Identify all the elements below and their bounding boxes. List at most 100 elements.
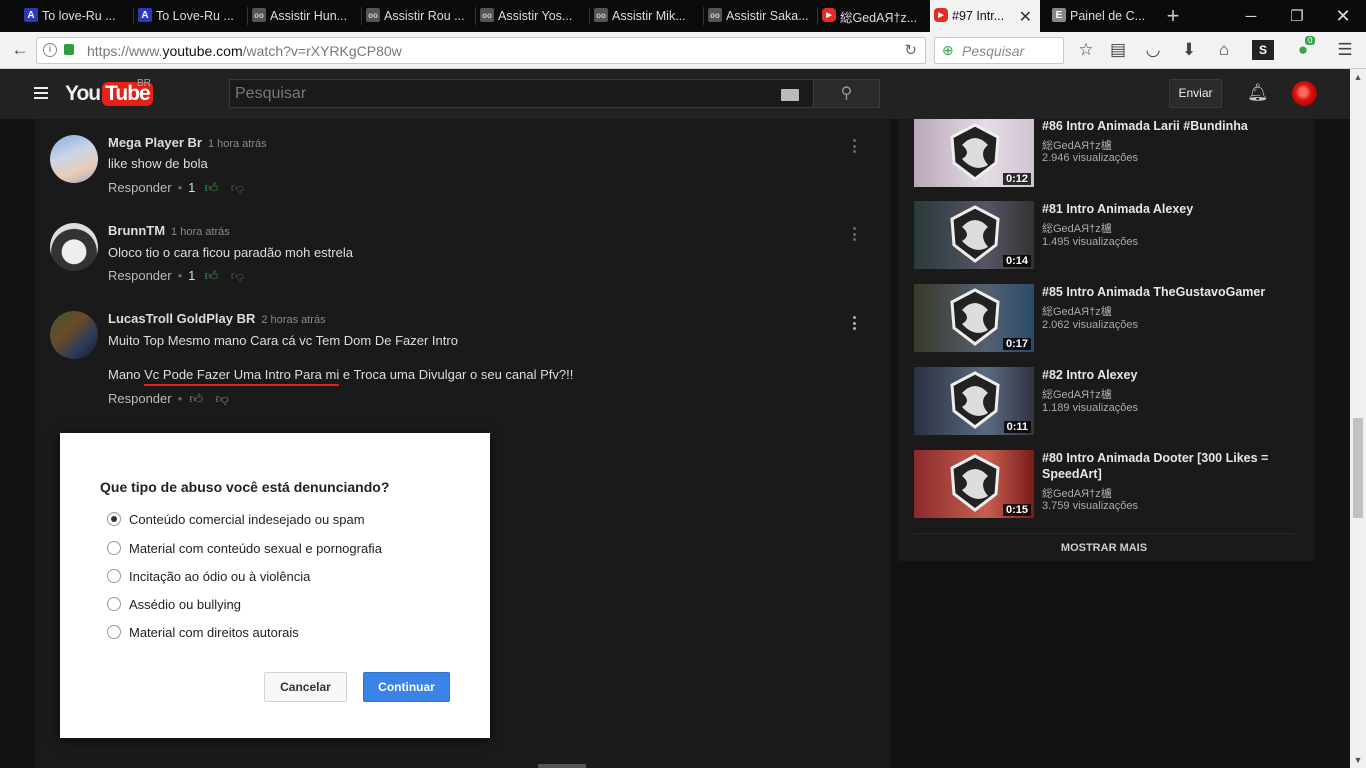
pocket-icon[interactable]: ◡ — [1142, 40, 1164, 60]
maximize-window-button[interactable]: ❐ — [1274, 0, 1320, 32]
info-icon[interactable]: i — [43, 43, 57, 57]
more-options-icon[interactable] — [851, 227, 857, 241]
comment-author[interactable]: BrunnTM 1 hora atrás — [108, 223, 230, 238]
browser-tab[interactable]: ▶ 総GedAЯ†z... — [818, 0, 928, 32]
browser-tab[interactable]: E Painel de C... — [1048, 0, 1158, 32]
reply-link[interactable]: Responder — [108, 268, 172, 283]
search-input[interactable]: Pesquisar — [229, 79, 814, 108]
channel-emblem-icon — [950, 123, 1000, 181]
video-channel[interactable]: 総GedAЯ†z櫨 — [1042, 220, 1112, 236]
minimize-window-button[interactable]: ─ — [1228, 0, 1274, 32]
radio-button-selected[interactable] — [107, 512, 121, 526]
cancel-button[interactable]: Cancelar — [264, 672, 347, 702]
close-tab-icon[interactable]: ✕ — [1019, 7, 1032, 27]
video-title[interactable]: #82 Intro Alexey — [1042, 367, 1302, 383]
video-thumbnail[interactable]: 0:12 — [914, 119, 1034, 187]
channel-emblem-icon — [950, 454, 1000, 512]
related-video[interactable]: 0:12 #86 Intro Animada Larii #Bundinha 総… — [914, 119, 1314, 187]
close-window-button[interactable]: ✕ — [1320, 0, 1366, 32]
video-title[interactable]: #85 Intro Animada TheGustavoGamer — [1042, 284, 1302, 300]
radio-option-copyright[interactable]: Material com direitos autorais — [107, 622, 467, 642]
report-abuse-dialog: Que tipo de abuso você está denunciando?… — [60, 433, 490, 738]
radio-button[interactable] — [107, 569, 121, 583]
radio-button[interactable] — [107, 541, 121, 555]
video-thumbnail[interactable]: 0:14 — [914, 201, 1034, 269]
document-icon: E — [1052, 8, 1066, 22]
youtube-logo[interactable]: You Tube BR — [65, 78, 153, 108]
radio-button[interactable] — [107, 625, 121, 639]
browser-tab[interactable]: oo Assistir Saka... — [704, 0, 818, 32]
bookmark-star-icon[interactable]: ☆ — [1075, 40, 1097, 60]
more-options-icon[interactable] — [851, 316, 857, 330]
region-label: BR — [137, 78, 151, 89]
radio-button[interactable] — [107, 597, 121, 611]
thumbs-down-icon[interactable]: 👎︎ — [229, 268, 245, 283]
scroll-up-arrow-icon[interactable]: ▲ — [1350, 69, 1366, 85]
comment-author[interactable]: Mega Player Br 1 hora atrás — [108, 135, 267, 150]
video-thumbnail[interactable]: 0:17 — [914, 284, 1034, 352]
youtube-icon: ▶ — [934, 8, 948, 22]
more-options-icon[interactable] — [851, 139, 857, 153]
thumbs-up-icon[interactable]: 👍︎ — [203, 180, 219, 195]
commenter-avatar[interactable] — [50, 223, 98, 271]
menu-hamburger-icon[interactable]: ☰ — [1334, 40, 1356, 60]
scrollbar-thumb[interactable] — [1353, 418, 1363, 518]
radio-option-hate-violence[interactable]: Incitação ao ódio ou à violência — [107, 566, 467, 586]
related-video[interactable]: 0:11 #82 Intro Alexey 総GedAЯ†z櫨 1.189 vi… — [914, 367, 1314, 435]
browser-tab[interactable]: oo Assistir Yos... — [476, 0, 590, 32]
reload-icon[interactable]: ↻ — [904, 41, 917, 59]
thumbs-up-icon[interactable]: 👍︎ — [203, 268, 219, 283]
extension-s-icon[interactable]: S — [1252, 40, 1274, 60]
new-tab-button[interactable]: + — [1162, 3, 1184, 29]
search-button[interactable]: ⚲ — [813, 79, 880, 108]
video-title[interactable]: #86 Intro Animada Larii #Bundinha — [1042, 118, 1302, 134]
comment-author[interactable]: LucasTroll GoldPlay BR 2 horas atrás — [108, 311, 326, 326]
notifications-bell-icon[interactable]: 🔔︎ — [1247, 83, 1269, 103]
video-channel[interactable]: 総GedAЯ†z櫨 — [1042, 386, 1112, 402]
commenter-avatar[interactable] — [50, 135, 98, 183]
video-title[interactable]: #81 Intro Animada Alexey — [1042, 201, 1302, 217]
reply-link[interactable]: Responder — [108, 391, 172, 406]
show-more-button[interactable]: MOSTRAR MAIS — [914, 533, 1294, 554]
browser-tab-bar: A To love-Ru ... A To Love-Ru ... oo Ass… — [0, 0, 1366, 32]
video-title[interactable]: #80 Intro Animada Dooter [300 Likes = Sp… — [1042, 450, 1302, 482]
keyboard-icon[interactable] — [781, 89, 799, 101]
url-text[interactable]: https://www.youtube.com/watch?v=rXYRKgCP… — [87, 43, 402, 59]
back-arrow-icon[interactable]: ← — [8, 39, 32, 61]
radio-option-sexual-content[interactable]: Material com conteúdo sexual e pornograf… — [107, 538, 467, 558]
continue-button[interactable]: Continuar — [363, 672, 450, 702]
thumbs-up-icon[interactable]: 👍︎ — [188, 391, 204, 406]
related-video[interactable]: 0:17 #85 Intro Animada TheGustavoGamer 総… — [914, 284, 1314, 352]
browser-tab[interactable]: A To love-Ru ... — [20, 0, 134, 32]
browser-search-box[interactable]: ⊕ Pesquisar — [934, 37, 1064, 64]
upload-button[interactable]: Enviar — [1169, 79, 1222, 108]
video-channel[interactable]: 総GedAЯ†z櫨 — [1042, 485, 1112, 501]
browser-tab[interactable]: oo Assistir Mik... — [590, 0, 704, 32]
related-video[interactable]: 0:15 #80 Intro Animada Dooter [300 Likes… — [914, 450, 1314, 518]
guide-menu-icon[interactable] — [34, 87, 48, 99]
video-thumbnail[interactable]: 0:15 — [914, 450, 1034, 518]
reply-link[interactable]: Responder — [108, 180, 172, 195]
video-thumbnail[interactable]: 0:11 — [914, 367, 1034, 435]
thumbs-down-icon[interactable]: 👎︎ — [229, 180, 245, 195]
browser-tab[interactable]: oo Assistir Rou ... — [362, 0, 476, 32]
reading-list-icon[interactable]: ▤ — [1107, 40, 1129, 60]
home-icon[interactable]: ⌂ — [1213, 40, 1235, 60]
scroll-down-arrow-icon[interactable]: ▼ — [1350, 752, 1366, 768]
radio-option-spam[interactable]: Conteúdo comercial indesejado ou spam — [107, 509, 467, 529]
address-bar[interactable]: i https://www.youtube.com/watch?v=rXYRKg… — [36, 37, 926, 64]
account-avatar[interactable] — [1292, 81, 1317, 106]
browser-tab[interactable]: A To Love-Ru ... — [134, 0, 248, 32]
video-channel[interactable]: 総GedAЯ†z櫨 — [1042, 137, 1112, 153]
commenter-avatar[interactable] — [50, 311, 98, 359]
dialog-question: Que tipo de abuso você está denunciando? — [100, 479, 390, 495]
browser-tab[interactable]: oo Assistir Hun... — [248, 0, 362, 32]
thumbs-down-icon[interactable]: 👎︎ — [214, 391, 230, 406]
browser-tab-active[interactable]: ▶ #97 Intr... ✕ — [930, 0, 1040, 32]
video-channel[interactable]: 総GedAЯ†z櫨 — [1042, 303, 1112, 319]
download-icon[interactable]: ⬇ — [1178, 40, 1200, 60]
related-video[interactable]: 0:14 #81 Intro Animada Alexey 総GedAЯ†z櫨 … — [914, 201, 1314, 269]
comment-time: 2 horas atrás — [261, 314, 326, 326]
site-icon: oo — [480, 8, 494, 22]
radio-option-harassment[interactable]: Assédio ou bullying — [107, 594, 467, 614]
